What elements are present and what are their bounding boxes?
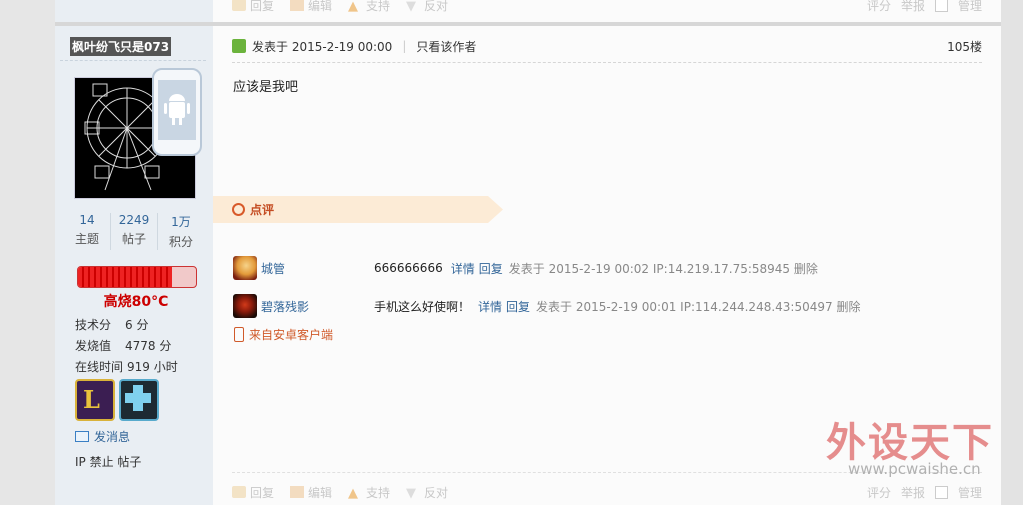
post-separator (55, 22, 1001, 26)
reply-button[interactable]: 回复 (232, 484, 274, 501)
circle-icon (232, 203, 245, 216)
info-fever-value: 发烧值 4778 分 (75, 339, 172, 353)
edit-button[interactable]: 编辑 (290, 0, 332, 14)
arrow-up-icon: ▲ (348, 486, 359, 501)
rate-button[interactable]: 评分 (867, 0, 891, 14)
oppose-button[interactable]: ▼ 反对 (406, 0, 448, 14)
manage-label: 管理 (957, 0, 982, 13)
reply-icon (232, 486, 246, 498)
android-logo-icon (164, 94, 190, 125)
svg-text:L: L (83, 385, 100, 414)
phone-icon (234, 327, 244, 342)
reply-icon (232, 0, 246, 11)
support-button[interactable]: ▲ 支持 (348, 484, 390, 502)
edit-button[interactable]: 编辑 (290, 484, 332, 501)
heat-bar-fill (78, 267, 173, 287)
comment-text: 手机这么好使啊！ (374, 299, 471, 314)
stat-posts[interactable]: 2249 帖子 (111, 213, 158, 250)
support-button[interactable]: ▲ 支持 (348, 0, 390, 14)
report-button[interactable]: 举报 (901, 0, 925, 14)
site-watermark: 外设天下 www.pcwaishe.cn (826, 410, 1006, 480)
arrow-down-icon: ▼ (406, 0, 417, 14)
manage-checkbox[interactable] (934, 485, 948, 499)
commenter-avatar[interactable] (233, 256, 257, 280)
comment-row: 城管 666666666 详情 回复 发表于 2015-2-19 00:02 I… (233, 256, 818, 280)
info-tech-score: 技术分 6 分 (75, 318, 149, 332)
previous-post-toolbar: 回复 编辑 ▲ 支持 ▼ 反对 评分 举报 管理 (232, 0, 982, 17)
page-background-left (0, 0, 55, 505)
manage-checkbox[interactable] (934, 0, 948, 12)
stat-topics[interactable]: 14 主题 (64, 213, 111, 250)
arrow-up-icon: ▲ (348, 0, 359, 14)
manage-label: 管理 (957, 485, 982, 500)
pencil-icon (290, 0, 305, 11)
medal-cross-icon[interactable] (119, 379, 159, 421)
ip-ban-posts-links[interactable]: IP 禁止 帖子 (75, 453, 141, 470)
report-button[interactable]: 举报 (901, 484, 925, 501)
watermark-url: www.pcwaishe.cn (848, 460, 981, 478)
rate-button[interactable]: 评分 (867, 484, 891, 501)
comment-meta: 发表于 2015-2-19 00:02 IP:14.219.17.75:5894… (508, 261, 818, 276)
comment-text: 666666666 (374, 261, 443, 275)
comment-row: 碧落残影 手机这么好使啊！ 详情 回复 发表于 2015-2-19 00:01 … (233, 294, 860, 318)
post-content: 应该是我吧 (233, 80, 299, 95)
heat-bar (77, 266, 197, 288)
post-header-divider (232, 62, 982, 63)
comment-detail-link[interactable]: 详情 (478, 298, 502, 315)
heat-label: 高烧80°C (103, 294, 169, 310)
comment-detail-link[interactable]: 详情 (451, 260, 475, 277)
commenter-name[interactable]: 城管 (261, 260, 374, 277)
author-online-icon (232, 39, 246, 53)
medal-l-icon[interactable]: L (75, 379, 115, 421)
comment-meta: 发表于 2015-2-19 00:01 IP:114.244.248.43:50… (536, 299, 861, 314)
floor-number[interactable]: 105楼 (947, 38, 982, 55)
pencil-icon (290, 486, 305, 498)
stat-points[interactable]: 1万 积分 (158, 213, 204, 250)
medals: L (75, 379, 159, 421)
reply-button[interactable]: 回复 (232, 0, 274, 14)
commenter-name[interactable]: 碧落残影 (261, 298, 374, 315)
oppose-button[interactable]: ▼ 反对 (406, 484, 448, 502)
comments-header: 点评 (213, 196, 503, 223)
commenter-avatar[interactable] (233, 294, 257, 318)
author-name[interactable]: 枫叶纷飞只是073 (70, 37, 172, 56)
post-header: 发表于 2015-2-19 00:00 | 只看该作者 105楼 (232, 36, 982, 56)
arrow-down-icon: ▼ (406, 486, 417, 501)
info-online-time: 在线时间 919 小时 (75, 360, 178, 374)
post-toolbar: 回复 编辑 ▲ 支持 ▼ 反对 评分 举报 管理 (232, 480, 982, 504)
sidebar-divider (60, 60, 206, 61)
android-phone-icon (152, 68, 202, 156)
post-time: 发表于 2015-2-19 00:00 (252, 39, 393, 54)
envelope-icon (75, 431, 89, 442)
send-message-link[interactable]: 发消息 (75, 428, 130, 445)
only-author-link[interactable]: 只看该作者 (416, 38, 476, 55)
comment-reply-link[interactable]: 回复 (506, 298, 530, 315)
android-client-source[interactable]: 来自安卓客户端 (234, 326, 333, 343)
comment-reply-link[interactable]: 回复 (479, 260, 503, 277)
author-stats: 14 主题 2249 帖子 1万 积分 (64, 213, 204, 250)
